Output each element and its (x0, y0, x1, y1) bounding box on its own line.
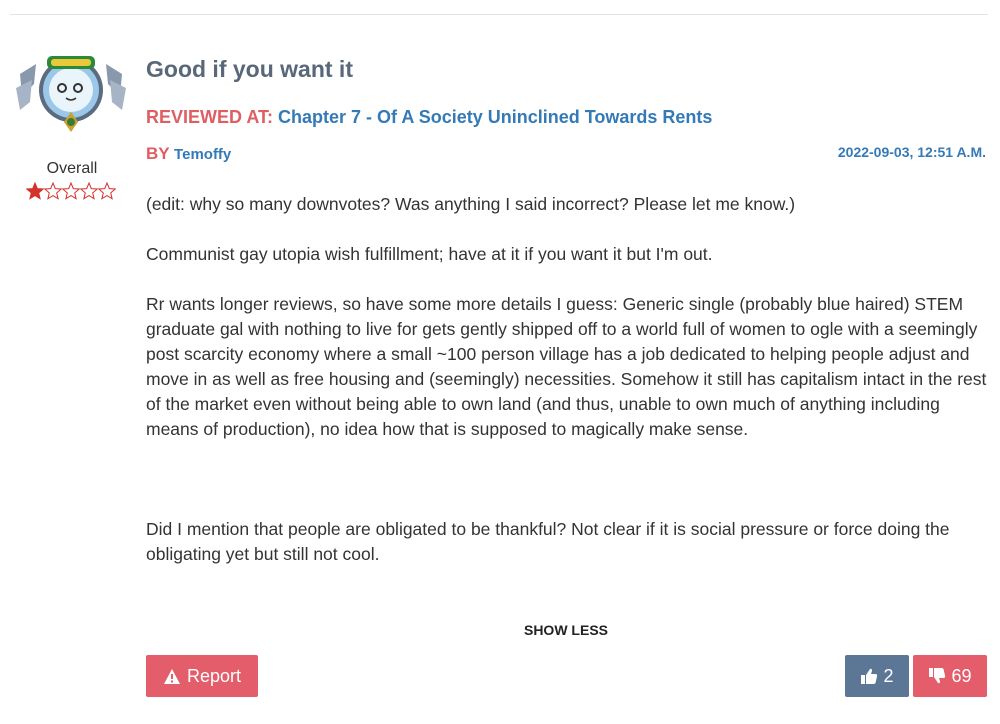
report-button[interactable]: Report (146, 655, 258, 697)
report-label: Report (186, 665, 242, 686)
review-paragraph: Communist gay utopia wish fulfillment; h… (146, 244, 713, 264)
thumbs-up-icon (861, 668, 878, 684)
show-less-button[interactable]: SHOW LESS (0, 622, 1000, 638)
reviewed-at-line: REVIEWED AT: Chapter 7 - Of A Society Un… (146, 107, 712, 128)
author-link[interactable]: Temoffy (174, 146, 231, 163)
star-filled-icon (26, 182, 44, 200)
downvote-button[interactable]: 69 (913, 655, 987, 697)
star-rating (26, 182, 116, 200)
by-label: BY (146, 144, 170, 163)
author-line: BY Temoffy (146, 144, 231, 164)
star-empty-icon (62, 182, 80, 200)
star-empty-icon (80, 182, 98, 200)
overall-rating-label: Overall (46, 160, 98, 177)
review-date: 2022-09-03, 12:51 A.M. (837, 144, 986, 160)
warning-icon (163, 668, 180, 684)
reviewed-at-label: REVIEWED AT: (146, 107, 274, 127)
review-body: (edit: why so many downvotes? Was anythi… (146, 192, 988, 567)
review-paragraph: Did I mention that people are obligated … (146, 519, 950, 564)
avatar[interactable] (14, 44, 128, 138)
review-paragraph: (edit: why so many downvotes? Was anythi… (146, 194, 796, 214)
top-divider (10, 14, 988, 15)
downvote-count: 69 (951, 665, 972, 686)
star-empty-icon (98, 182, 116, 200)
chapter-link[interactable]: Chapter 7 - Of A Society Uninclined Towa… (278, 107, 712, 127)
star-empty-icon (44, 182, 62, 200)
review-title: Good if you want it (146, 56, 353, 82)
upvote-button[interactable]: 2 (845, 655, 909, 697)
review-paragraph: Rr wants longer reviews, so have some mo… (146, 294, 987, 439)
thumbs-down-icon (929, 668, 946, 684)
upvote-count: 2 (883, 665, 894, 686)
